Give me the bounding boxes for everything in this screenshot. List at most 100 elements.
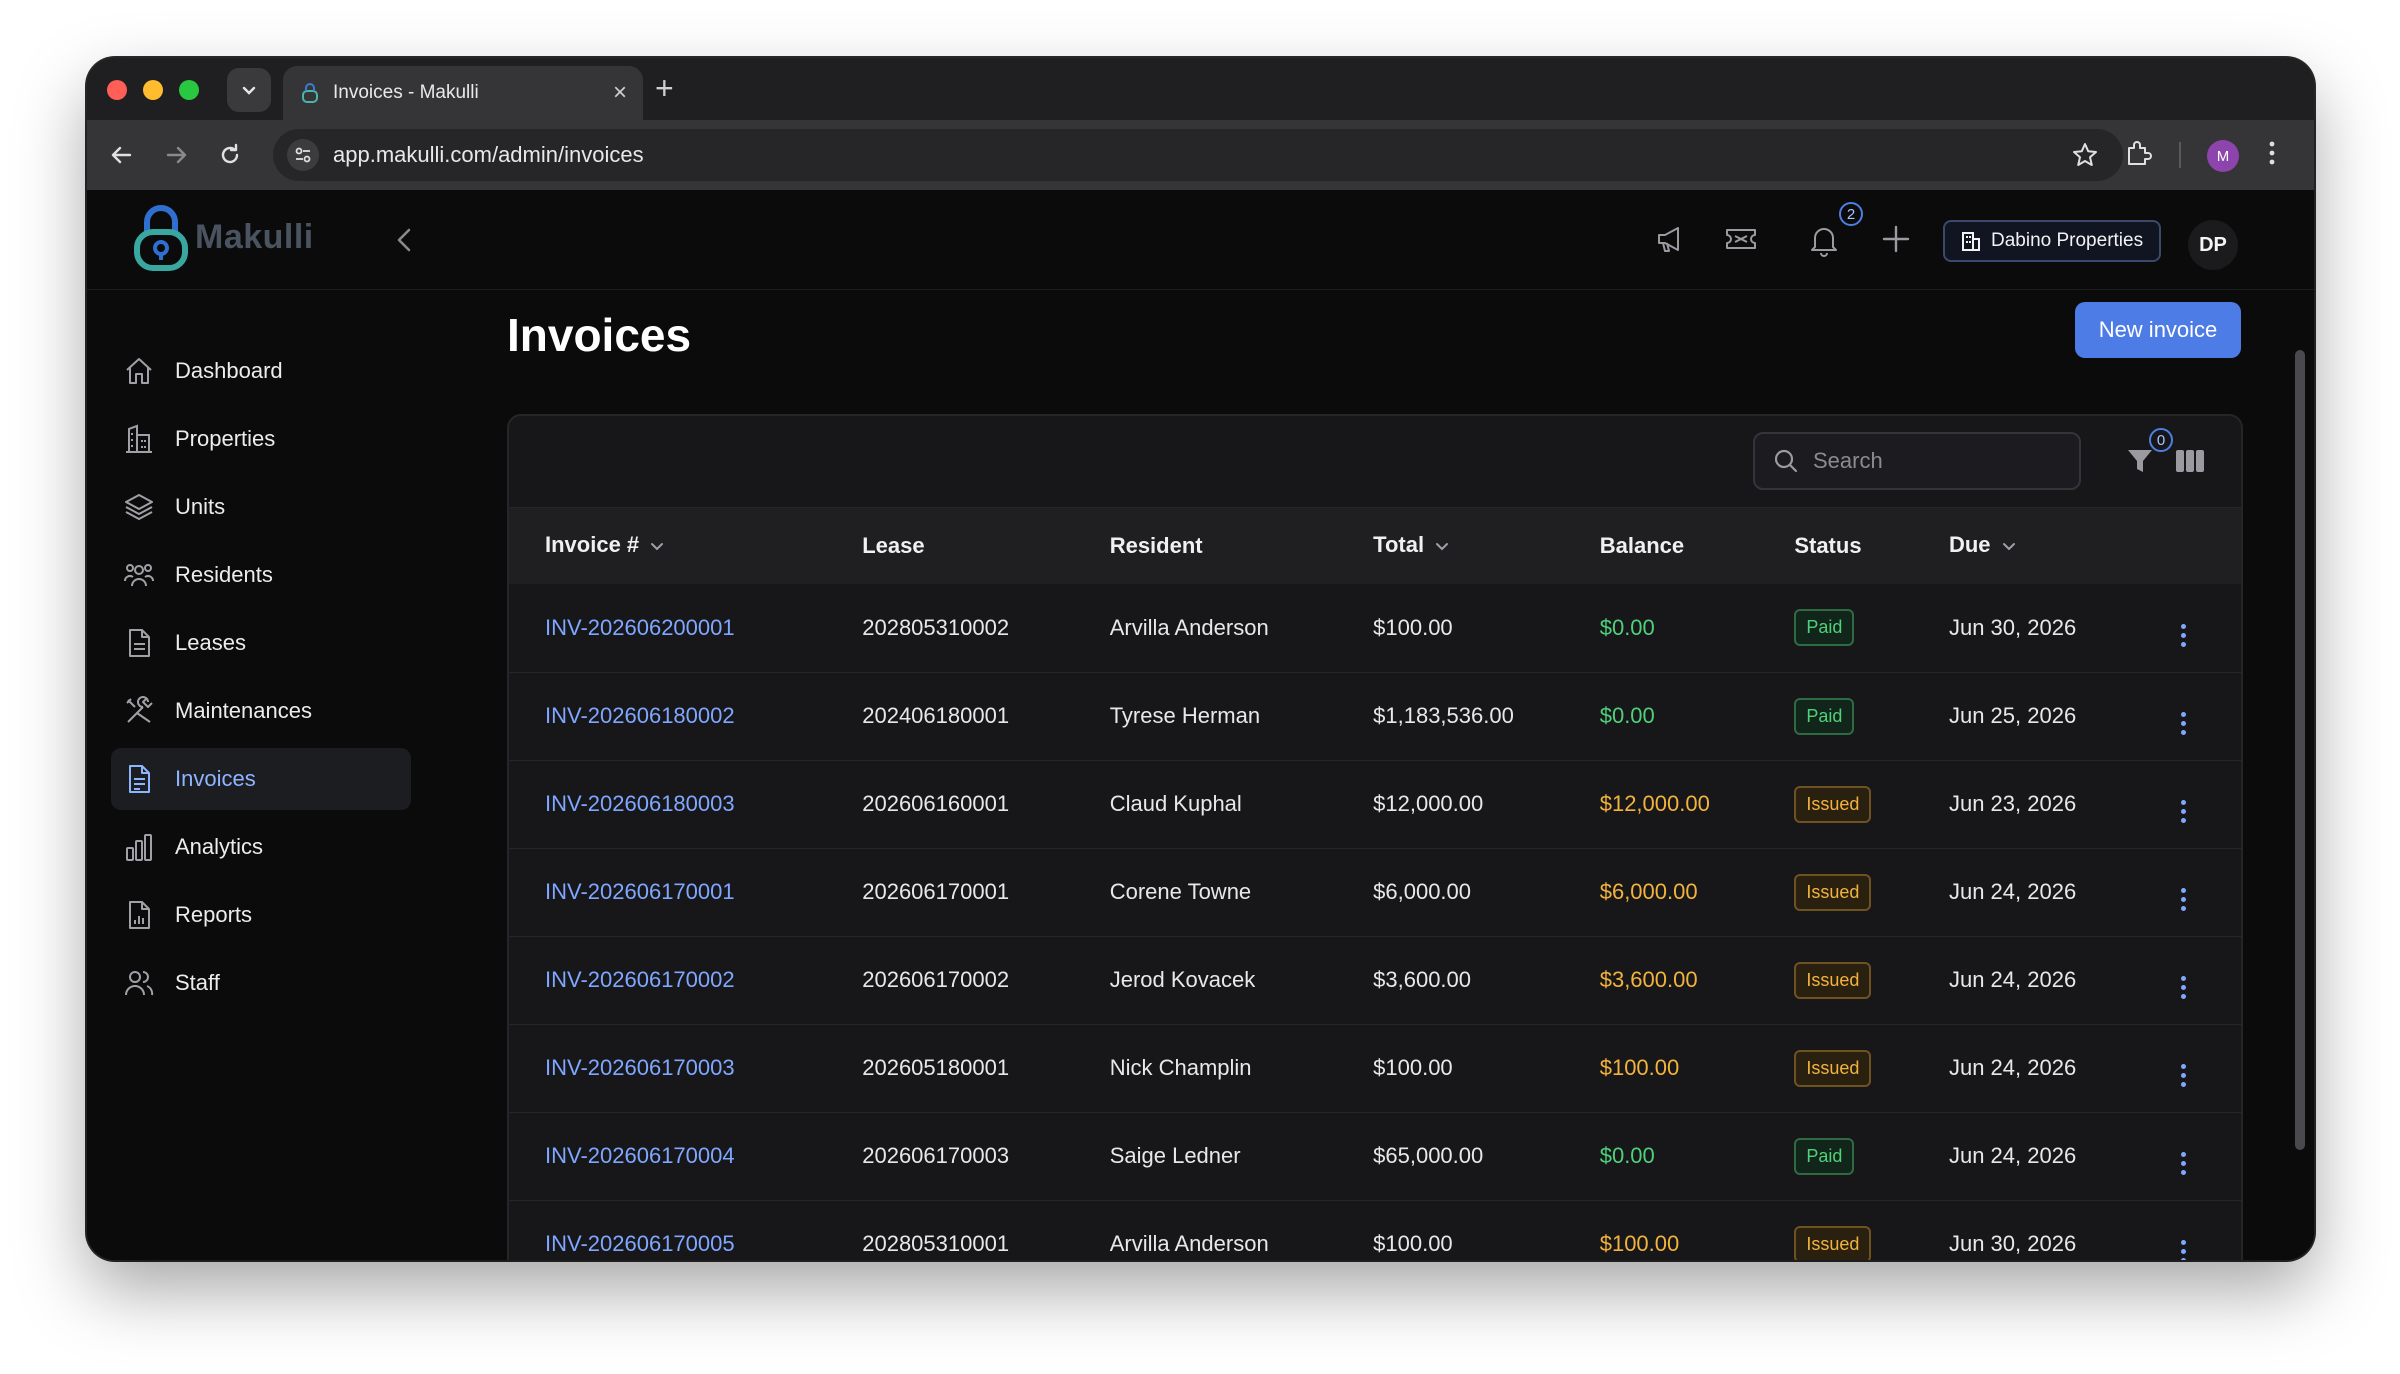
total-cell: $12,000.00 — [1373, 791, 1484, 816]
row-actions-button[interactable] — [2145, 1112, 2241, 1200]
sidebar-item-staff[interactable]: Staff — [111, 952, 411, 1014]
lease-cell: 202406180001 — [862, 703, 1010, 728]
document-icon — [123, 627, 155, 659]
status-cell: Issued — [1758, 1200, 1913, 1260]
sidebar-item-dashboard[interactable]: Dashboard — [111, 340, 411, 402]
resident-cell: Tyrese Herman — [1109, 703, 1261, 728]
organization-switcher[interactable]: Dabino Properties — [1943, 220, 2162, 262]
collapse-sidebar-button[interactable] — [392, 226, 418, 259]
sidebar-item-residents[interactable]: Residents — [111, 544, 411, 606]
resident-cell: Nick Champlin — [1109, 1055, 1252, 1080]
profile-avatar[interactable]: M — [2207, 140, 2239, 172]
bookmark-button[interactable] — [2071, 141, 2099, 174]
status-badge: Issued — [1794, 1049, 1872, 1087]
forward-button[interactable] — [161, 140, 191, 170]
status-cell: Issued — [1758, 1024, 1913, 1112]
status-cell: Paid — [1758, 584, 1913, 672]
filter-button[interactable] — [2125, 446, 2155, 481]
user-avatar[interactable]: DP — [2188, 220, 2238, 270]
sidebar-item-analytics[interactable]: Analytics — [111, 816, 411, 878]
scrollbar-thumb[interactable] — [2295, 350, 2305, 1150]
column-header-status: Status — [1794, 533, 1862, 558]
chevron-down-icon — [649, 534, 665, 560]
site-info-button[interactable] — [287, 139, 319, 171]
invoice-link[interactable]: INV-202606200001 — [509, 584, 826, 672]
close-window-button[interactable] — [107, 80, 127, 100]
people-icon — [123, 559, 155, 591]
tickets-button[interactable] — [1723, 222, 1759, 261]
column-header-due[interactable]: Due — [1913, 508, 2145, 584]
page-scrollbar[interactable] — [2295, 350, 2305, 1200]
tab-close-icon[interactable]: × — [613, 81, 627, 105]
column-header-resident: Resident — [1109, 533, 1203, 558]
notifications-button[interactable] — [1807, 222, 1841, 263]
resident-cell: Saige Ledner — [1109, 1143, 1241, 1168]
ticket-icon — [1726, 229, 1756, 249]
invoice-link[interactable]: INV-202606170001 — [509, 848, 826, 936]
sidebar-item-invoices[interactable]: Invoices — [111, 748, 411, 810]
tab-search-button[interactable] — [227, 68, 271, 112]
quick-add-button[interactable] — [1879, 222, 1913, 261]
status-cell: Paid — [1758, 672, 1913, 760]
new-invoice-button[interactable]: New invoice — [2075, 302, 2241, 358]
maximize-window-button[interactable] — [179, 80, 199, 100]
back-button[interactable] — [107, 140, 137, 170]
total-cell: $100.00 — [1373, 614, 1453, 640]
filter-icon — [2128, 450, 2152, 472]
search-input[interactable] — [1813, 448, 2053, 474]
column-header-invoice[interactable]: Invoice # — [509, 508, 826, 584]
bell-icon — [1811, 228, 1837, 257]
sidebar-item-label: Invoices — [175, 766, 256, 791]
arrow-right-icon — [166, 146, 187, 164]
sidebar-item-properties[interactable]: Properties — [111, 408, 411, 470]
sidebar-item-maintenances[interactable]: Maintenances — [111, 680, 411, 742]
resident-cell: Arvilla Anderson — [1109, 614, 1269, 640]
due-cell: Jun 30, 2026 — [1948, 614, 2077, 640]
minimize-window-button[interactable] — [143, 80, 163, 100]
row-actions-button[interactable] — [2145, 672, 2241, 760]
invoice-link[interactable]: INV-202606170002 — [509, 936, 826, 1024]
balance-cell: $100.00 — [1599, 1231, 1680, 1256]
staff-icon — [123, 967, 155, 999]
row-actions-button[interactable] — [2145, 936, 2241, 1024]
columns-button[interactable] — [2175, 448, 2205, 479]
due-cell: Jun 24, 2026 — [1948, 879, 2077, 904]
invoice-link[interactable]: INV-202606180002 — [509, 672, 826, 760]
invoice-link[interactable]: INV-202606170003 — [509, 1024, 826, 1112]
resident-cell: Corene Towne — [1109, 879, 1252, 904]
address-bar[interactable]: app.makulli.com/admin/invoices — [273, 129, 2123, 181]
row-actions-button[interactable] — [2145, 584, 2241, 672]
browser-menu-button[interactable] — [2267, 138, 2277, 173]
table-row: INV-202606170005 202805310001 Arvilla An… — [509, 1200, 2241, 1260]
sidebar-item-leases[interactable]: Leases — [111, 612, 411, 674]
layers-icon — [123, 491, 155, 523]
sidebar-item-units[interactable]: Units — [111, 476, 411, 538]
invoice-link[interactable]: INV-202606180003 — [509, 760, 826, 848]
table-row: INV-202606180002 202406180001 Tyrese Her… — [509, 672, 2241, 760]
column-header-balance: Balance — [1599, 533, 1685, 558]
lease-cell: 202805310001 — [862, 1231, 1010, 1256]
tune-icon — [295, 147, 311, 163]
sidebar-item-label: Dashboard — [175, 358, 283, 383]
sidebar-item-reports[interactable]: Reports — [111, 884, 411, 946]
column-header-total[interactable]: Total — [1337, 508, 1564, 584]
row-actions-button[interactable] — [2145, 848, 2241, 936]
search-box[interactable] — [1753, 432, 2081, 490]
extensions-button[interactable] — [2123, 138, 2153, 173]
app-logo[interactable]: Makulli — [131, 202, 314, 272]
announcements-button[interactable] — [1654, 222, 1688, 261]
lease-cell: 202606170001 — [862, 879, 1010, 904]
sidebar-item-label: Leases — [175, 630, 246, 655]
row-actions-button[interactable] — [2145, 1024, 2241, 1112]
browser-toolbar: app.makulli.com/admin/invoices M — [87, 120, 2314, 190]
row-actions-button[interactable] — [2145, 760, 2241, 848]
balance-cell: $100.00 — [1599, 1055, 1680, 1080]
browser-tab[interactable]: Invoices - Makulli × — [283, 66, 643, 120]
due-cell: Jun 24, 2026 — [1948, 1055, 2077, 1080]
row-actions-button[interactable] — [2145, 1200, 2241, 1260]
page-title: Invoices — [507, 309, 692, 361]
invoice-link[interactable]: INV-202606170005 — [509, 1200, 826, 1260]
invoice-link[interactable]: INV-202606170004 — [509, 1112, 826, 1200]
new-tab-button[interactable]: + — [655, 72, 674, 104]
reload-button[interactable] — [215, 140, 245, 170]
